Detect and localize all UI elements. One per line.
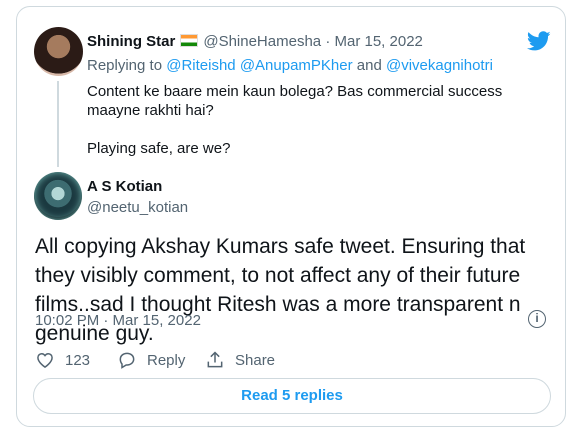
reply-mention-anupampkher[interactable]: @AnupamPKher [240,57,353,74]
tweet1-date[interactable]: Mar 15, 2022 [334,33,422,50]
tweet1-author-handle[interactable]: @ShineHamesha [203,33,321,50]
tweet2-author-name[interactable]: A S Kotian [87,178,162,195]
tweet2-text: All copying Akshay Kumars safe tweet. En… [35,235,526,345]
tweet1-text-line2: Playing safe, are we? [87,140,231,157]
reply-mention-vivekagnihotri[interactable]: @vivekagnihotri [386,57,493,74]
like-count: 123 [65,351,91,369]
reply-bubble-icon [119,352,135,369]
like-button[interactable]: 123 [35,350,90,370]
replying-to-label: Replying to [87,57,163,74]
india-flag-icon [180,34,199,47]
heart-icon [37,352,53,368]
share-label: Share [235,351,276,369]
reply-and-label: and [356,57,382,74]
tweet1-header: Shining Star @ShineHamesha · Mar 15, 2022 [87,33,423,50]
thread-connector-line [57,81,59,167]
share-button[interactable]: Share [205,350,275,370]
reply-button[interactable]: Reply [117,350,185,370]
tweet-actions: 123 Reply Share [35,350,335,372]
reply-mention-riteishd[interactable]: @Riteishd [166,57,235,74]
avatar-as-kotian[interactable] [34,172,82,220]
tweet1-author-name[interactable]: Shining Star [87,33,175,50]
tweet1-text-line1: Content ke baare mein kaun bolega? Bas c… [87,83,503,119]
tweet1-text: Content ke baare mein kaun bolega? Bas c… [87,82,542,158]
reply-label: Reply [147,351,186,369]
avatar-shining-star[interactable] [34,27,83,76]
read-replies-button[interactable]: Read 5 replies [33,378,551,414]
twitter-bird-icon[interactable] [527,29,551,53]
tweet-embed-card: Shining Star @ShineHamesha · Mar 15, 2022… [16,6,566,427]
share-icon [207,351,223,368]
tweet2-timestamp[interactable]: 10:02 PM · Mar 15, 2022 [35,312,201,329]
replying-to-line: Replying to @Riteishd @AnupamPKher and @… [87,57,493,74]
tweet2-author-handle[interactable]: @neetu_kotian [87,199,188,216]
info-icon[interactable]: i [528,310,546,328]
separator-dot: · [325,33,331,50]
